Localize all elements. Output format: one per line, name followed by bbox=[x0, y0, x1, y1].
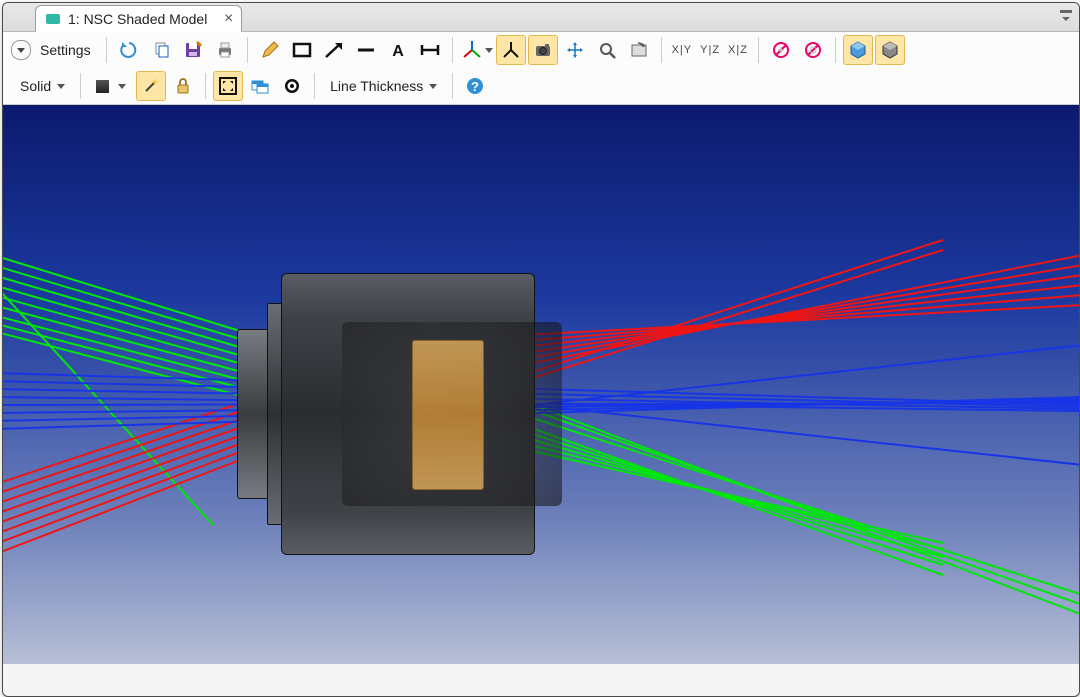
axes-3d-icon[interactable] bbox=[460, 35, 494, 65]
viewport-3d[interactable] bbox=[3, 105, 1079, 664]
separator bbox=[661, 37, 662, 63]
separator bbox=[452, 37, 453, 63]
shade-style-dropdown[interactable] bbox=[87, 71, 135, 101]
caret-icon bbox=[118, 84, 126, 89]
separator bbox=[314, 73, 315, 99]
svg-text:✚: ✚ bbox=[778, 46, 785, 55]
lens-barrel bbox=[281, 273, 535, 555]
no-measure-icon[interactable]: ✚ bbox=[766, 35, 796, 65]
rectangle-icon[interactable] bbox=[287, 35, 317, 65]
tab-icon bbox=[46, 14, 60, 24]
magic-wand-icon[interactable] bbox=[136, 71, 166, 101]
lens-element bbox=[412, 340, 484, 490]
fit-window-icon[interactable] bbox=[213, 71, 243, 101]
svg-text:?: ? bbox=[471, 79, 479, 94]
text-icon[interactable]: A bbox=[383, 35, 413, 65]
toolbar: Settings A X|Y Y|Z X|Z bbox=[3, 32, 1079, 105]
windows-icon[interactable] bbox=[245, 71, 275, 101]
lens-assembly bbox=[237, 273, 533, 553]
caret-icon bbox=[429, 84, 437, 89]
close-icon[interactable]: × bbox=[224, 10, 233, 28]
separator bbox=[205, 73, 206, 99]
reset-view-icon[interactable] bbox=[624, 35, 654, 65]
app-window: 1: NSC Shaded Model × Settings A bbox=[2, 2, 1080, 697]
tab-strip: 1: NSC Shaded Model × bbox=[3, 3, 1079, 32]
shading-wire-icon[interactable] bbox=[875, 35, 905, 65]
tab-nsc-shaded-model[interactable]: 1: NSC Shaded Model × bbox=[35, 5, 242, 32]
help-icon[interactable]: ? bbox=[460, 71, 490, 101]
settings-label: Settings bbox=[40, 42, 91, 58]
pan-icon[interactable] bbox=[560, 35, 590, 65]
camera-icon[interactable] bbox=[528, 35, 558, 65]
save-icon[interactable] bbox=[178, 35, 208, 65]
target-icon[interactable] bbox=[277, 71, 307, 101]
line-thickness-dropdown[interactable]: Line Thickness bbox=[321, 71, 446, 101]
toolbar-row-2: Solid Line Thickness ? bbox=[3, 68, 1079, 104]
settings-expand-icon[interactable] bbox=[11, 40, 31, 60]
print-icon[interactable] bbox=[210, 35, 240, 65]
zoom-icon[interactable] bbox=[592, 35, 622, 65]
tab-title: 1: NSC Shaded Model bbox=[68, 11, 207, 27]
refresh-icon[interactable] bbox=[114, 35, 144, 65]
tab-overflow-icon[interactable] bbox=[1059, 9, 1073, 26]
line-thickness-label: Line Thickness bbox=[330, 78, 423, 94]
line-icon[interactable] bbox=[351, 35, 381, 65]
solid-dropdown[interactable]: Solid bbox=[11, 71, 74, 101]
arrow-icon[interactable] bbox=[319, 35, 349, 65]
separator bbox=[106, 37, 107, 63]
separator bbox=[452, 73, 453, 99]
separator bbox=[80, 73, 81, 99]
shading-solid-icon[interactable] bbox=[843, 35, 873, 65]
dimension-icon[interactable] bbox=[415, 35, 445, 65]
no-measure-alt-icon[interactable] bbox=[798, 35, 828, 65]
toolbar-row-1: Settings A X|Y Y|Z X|Z bbox=[3, 32, 1079, 68]
lock-icon[interactable] bbox=[168, 71, 198, 101]
separator bbox=[835, 37, 836, 63]
axis-yz-button[interactable]: Y|Z bbox=[696, 44, 724, 56]
settings-button[interactable]: Settings bbox=[31, 35, 100, 65]
axis-xz-button[interactable]: X|Z bbox=[724, 44, 752, 56]
copy-icon[interactable] bbox=[146, 35, 176, 65]
axes-flat-icon[interactable] bbox=[496, 35, 526, 65]
axis-xy-button[interactable]: X|Y bbox=[668, 44, 697, 56]
separator bbox=[247, 37, 248, 63]
separator bbox=[758, 37, 759, 63]
pencil-icon[interactable] bbox=[255, 35, 285, 65]
svg-text:A: A bbox=[392, 43, 404, 60]
caret-icon bbox=[57, 84, 65, 89]
solid-label: Solid bbox=[20, 78, 51, 94]
shade-swatch-icon bbox=[96, 80, 109, 93]
